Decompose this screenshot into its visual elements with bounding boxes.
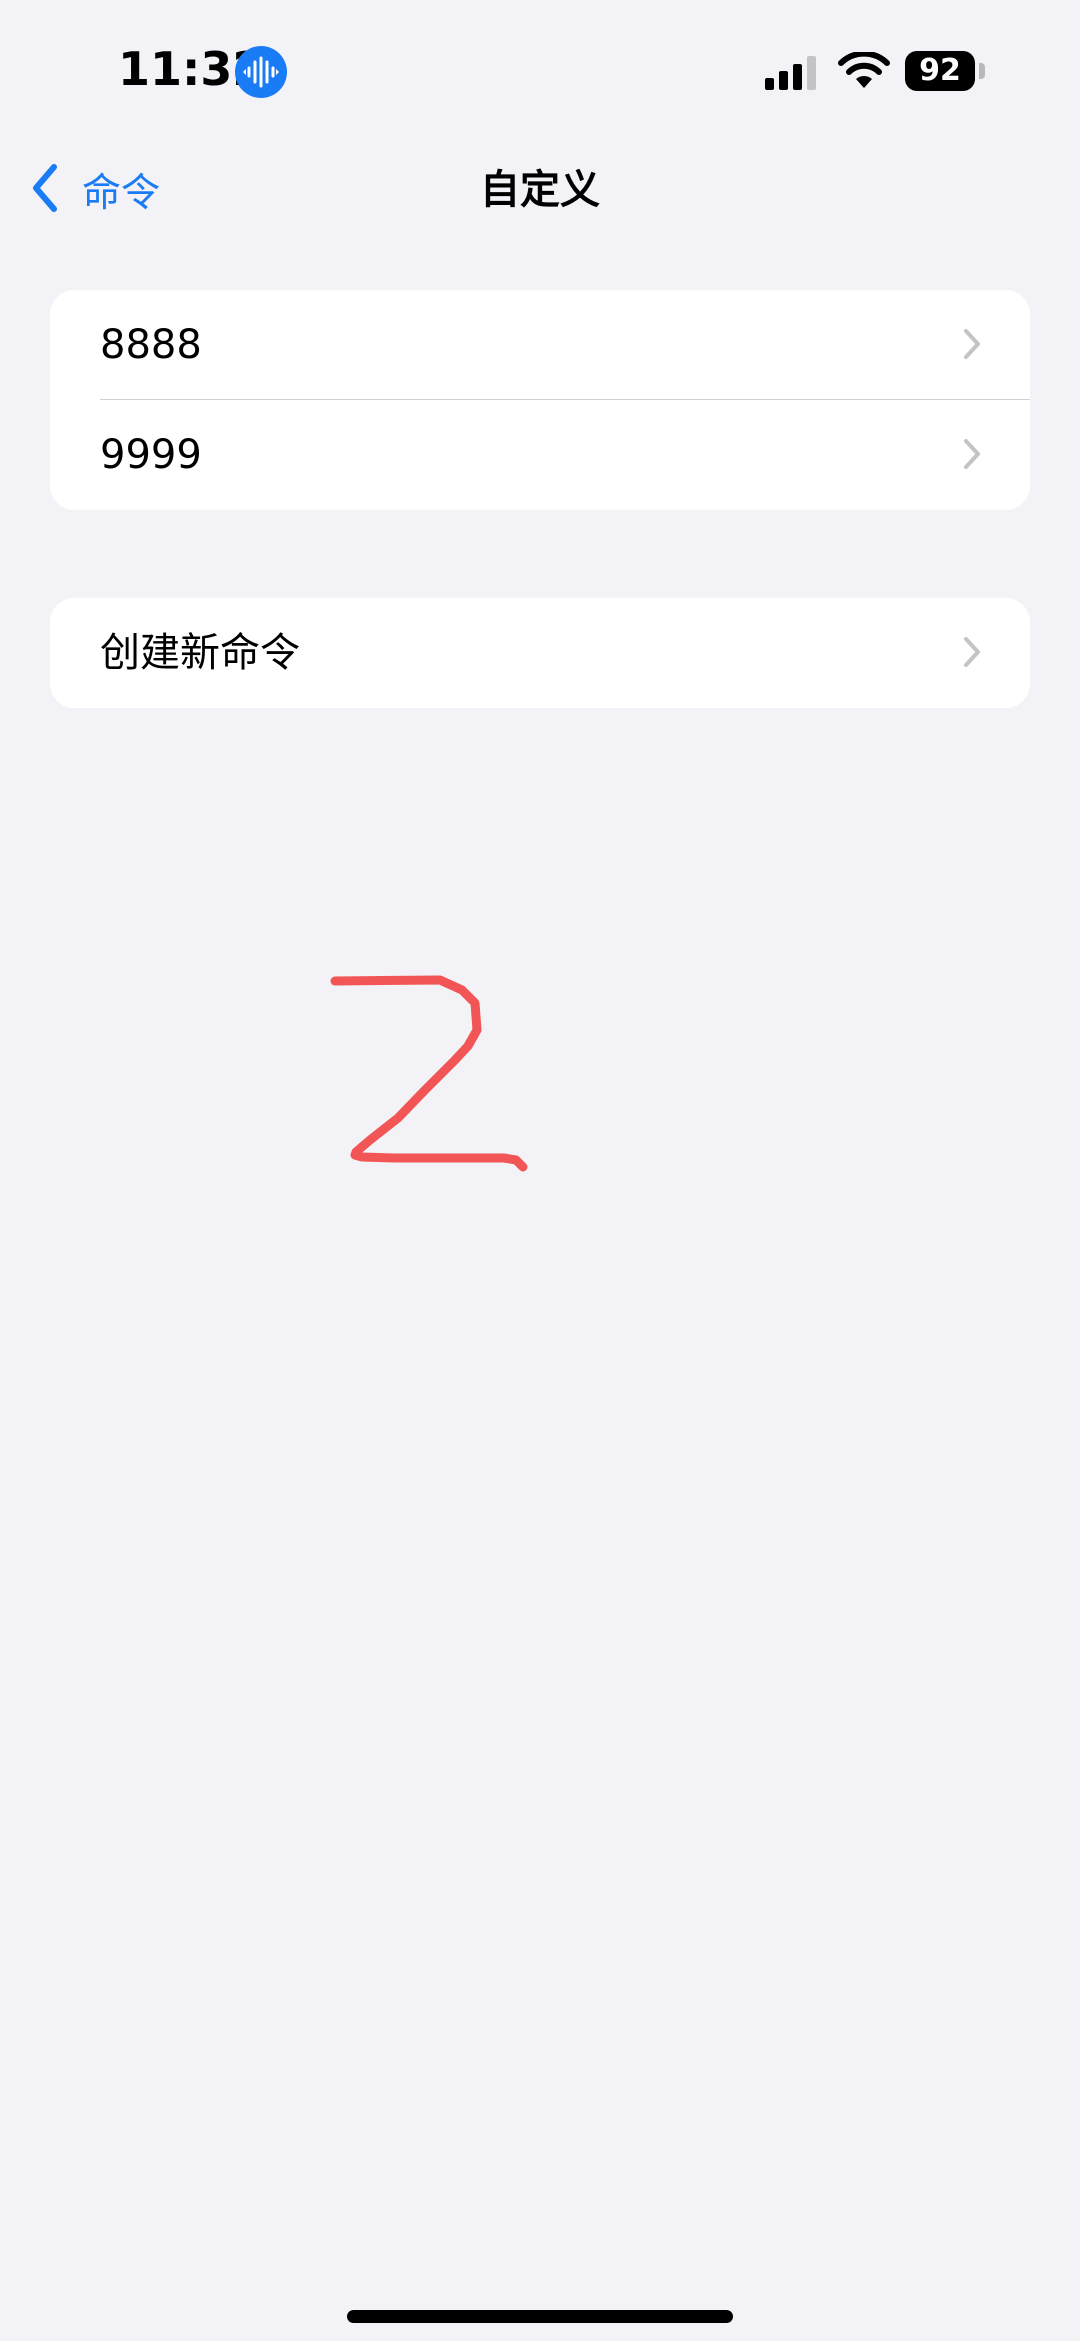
home-indicator[interactable] (347, 2310, 733, 2323)
hand-drawn-annotation (330, 975, 528, 1172)
